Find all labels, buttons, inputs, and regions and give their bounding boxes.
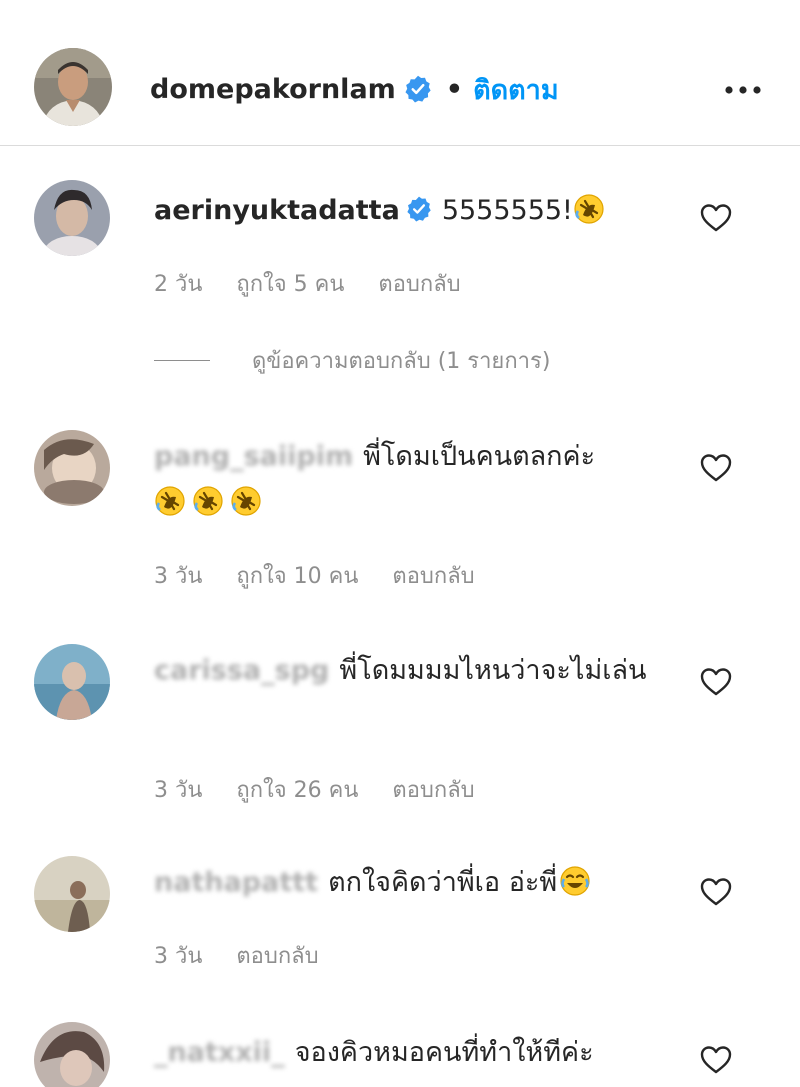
comment-meta: 3 วัน ตอบกลับ [154,938,319,973]
comment-username[interactable]: _natxxii_ [154,1037,285,1068]
comment-body: 5555555! [441,195,573,226]
heart-outline-icon[interactable] [698,450,734,486]
comment-meta: 2 วัน ถูกใจ 5 คน ตอบกลับ [154,266,461,301]
heart-outline-icon[interactable] [698,874,734,910]
verified-badge-icon [404,75,432,103]
more-options-icon[interactable] [716,70,770,110]
commenter-avatar[interactable] [34,1022,110,1087]
comment-username[interactable]: nathapattt [154,867,318,898]
comment-time: 3 วัน [154,944,203,969]
comment-username[interactable]: aerinyuktadatta [154,195,400,226]
separator-dot: • [445,73,464,105]
commenter-avatar[interactable] [34,856,110,932]
owner-username[interactable]: domepakornlam [150,74,396,105]
comment-likes[interactable]: ถูกใจ 5 คน [236,266,344,301]
replies-divider-line [154,359,210,361]
comment-time: 2 วัน [154,272,203,297]
heart-outline-icon[interactable] [698,200,734,236]
heart-outline-icon[interactable] [698,1042,734,1078]
comment-username[interactable]: pang_saiipim [154,441,353,472]
view-replies-label: ดูข้อความตอบกลับ (1 รายการ) [252,348,551,374]
rofl-emoji-icon [573,193,605,225]
reply-button[interactable]: ตอบกลับ [378,266,460,301]
post-header: domepakornlam • ติดตาม [0,0,800,146]
comment-meta: 3 วัน ถูกใจ 10 คน ตอบกลับ [154,558,475,593]
commenter-avatar[interactable] [34,430,110,506]
commenter-avatar[interactable] [34,644,110,720]
comment-time: 3 วัน [154,778,203,803]
owner-avatar[interactable] [34,48,112,126]
rofl-emoji-icon [230,485,262,517]
reply-button[interactable]: ตอบกลับ [236,938,318,973]
comment-likes[interactable]: ถูกใจ 10 คน [236,558,358,593]
comment-likes[interactable]: ถูกใจ 26 คน [236,772,358,807]
comment-body: ตกใจคิดว่าพี่เอ อ่ะพี่ [328,867,558,898]
comment-meta: 3 วัน ถูกใจ 26 คน ตอบกลับ [154,772,475,807]
instagram-post-comments: domepakornlam • ติดตาม aerinyuktadatta 5… [0,0,800,1087]
comment-text-block: _natxxii_ จองคิวหมอคนที่ทำให้ทีค่ะ [154,1030,674,1076]
follow-button[interactable]: ติดตาม [473,68,559,111]
heart-outline-icon[interactable] [698,664,734,700]
comment-username[interactable]: carissa_spg [154,655,329,686]
comment-text-block: pang_saiipim พี่โดมเป็นคนตลกค่ะ [154,434,674,526]
reply-button[interactable]: ตอบกลับ [392,558,474,593]
comment-body: พี่โดมมมมไหนว่าจะไม่เล่น [339,655,647,686]
comment-time: 3 วัน [154,564,203,589]
view-replies-button[interactable]: ดูข้อความตอบกลับ (1 รายการ) [154,342,550,378]
comment-text-block: nathapattt ตกใจคิดว่าพี่เอ อ่ะพี่ [154,860,674,906]
commenter-avatar[interactable] [34,180,110,256]
reply-button[interactable]: ตอบกลับ [392,772,474,807]
rofl-emoji-icon [192,485,224,517]
owner-row: domepakornlam • ติดตาม [150,64,559,114]
joy-emoji-icon [559,865,591,897]
comment-body: จองคิวหมอคนที่ทำให้ทีค่ะ [294,1037,594,1068]
comment-text-block: carissa_spg พี่โดมมมมไหนว่าจะไม่เล่น [154,648,674,694]
rofl-emoji-icon [154,485,186,517]
verified-badge-icon [406,191,432,222]
comment-text-block: aerinyuktadatta 5555555! [154,188,674,234]
comment-body: พี่โดมเป็นคนตลกค่ะ [363,441,596,472]
